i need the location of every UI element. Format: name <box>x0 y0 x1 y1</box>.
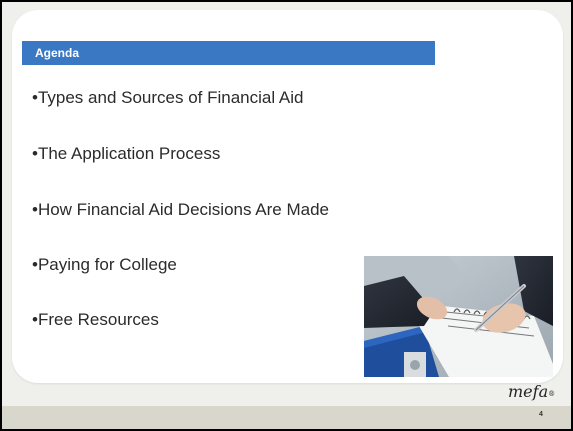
slide: Agenda •Types and Sources of Financial A… <box>2 2 571 429</box>
person-writing-icon <box>364 256 553 377</box>
footer-band <box>2 406 571 429</box>
mefa-logo: mefa® <box>508 382 556 401</box>
writing-photo <box>364 256 553 377</box>
agenda-header-bar <box>22 41 435 65</box>
page-number: 4 <box>539 411 543 418</box>
agenda-title: Agenda <box>35 46 80 60</box>
agenda-item: •Types and Sources of Financial Aid <box>32 88 304 107</box>
agenda-item: •How Financial Aid Decisions Are Made <box>32 200 329 219</box>
agenda-item: •Free Resources <box>32 310 159 329</box>
agenda-item: •Paying for College <box>32 255 177 274</box>
agenda-item: •The Application Process <box>32 144 221 163</box>
